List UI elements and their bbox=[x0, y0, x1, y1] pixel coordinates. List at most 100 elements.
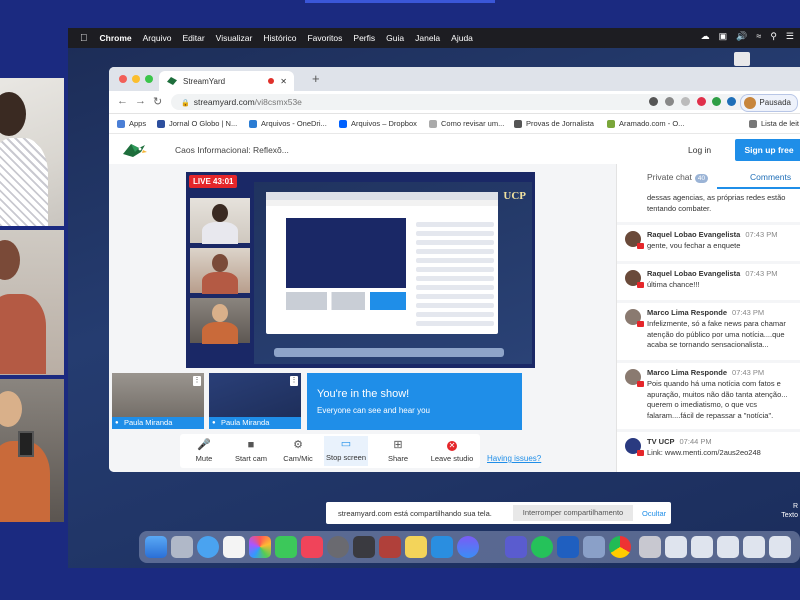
address-bar-row: ← → ↻ 🔒 streamyard.com/vi8csmx53e Pausada bbox=[109, 91, 800, 114]
window-thumbnail-icon[interactable] bbox=[691, 536, 713, 558]
having-issues-link[interactable]: Having issues? bbox=[487, 454, 541, 463]
start-cam-button[interactable]: ■ Start cam bbox=[229, 437, 273, 463]
bookmark-aramado[interactable]: Aramado.com - O... bbox=[607, 119, 684, 128]
share-icon[interactable] bbox=[665, 97, 674, 106]
participant-tile-camera[interactable]: ⋮ Paula Miranda bbox=[112, 373, 204, 429]
menu-guia[interactable]: Guia bbox=[386, 33, 404, 43]
menu-arquivo[interactable]: Arquivo bbox=[143, 33, 172, 43]
bookmark-label: Como revisar um... bbox=[441, 119, 505, 128]
menu-perfis[interactable]: Perfis bbox=[353, 33, 375, 43]
bookmark-apps[interactable]: Apps bbox=[117, 119, 146, 128]
downloads-icon[interactable] bbox=[639, 536, 661, 558]
chrome-icon[interactable] bbox=[609, 536, 631, 558]
streamyard-logo-icon[interactable] bbox=[121, 140, 147, 160]
cloud-icon[interactable]: ☁ bbox=[701, 31, 710, 42]
signup-button[interactable]: Sign up free bbox=[735, 139, 800, 161]
bookmark-provas[interactable]: Provas de Jornalista bbox=[514, 119, 594, 128]
dictionary-icon[interactable] bbox=[379, 536, 401, 558]
share-button[interactable]: ⊞ Share bbox=[376, 437, 420, 463]
participant-body bbox=[0, 138, 48, 226]
url-path: /vi8csmx53e bbox=[254, 97, 302, 107]
bookmark-onedrive[interactable]: Arquivos - OneDri... bbox=[249, 119, 327, 128]
desktop-file-icon[interactable] bbox=[734, 52, 750, 66]
close-window-icon[interactable] bbox=[119, 75, 127, 83]
participant-tile-screen[interactable]: ⋮ Paula Miranda bbox=[209, 373, 301, 429]
forward-icon[interactable]: → bbox=[135, 95, 146, 107]
camera-permission-icon[interactable] bbox=[649, 97, 658, 106]
url-field[interactable]: 🔒 streamyard.com/vi8csmx53e bbox=[171, 94, 751, 110]
menu-favoritos[interactable]: Favoritos bbox=[307, 33, 342, 43]
hide-notice-button[interactable]: Ocultar bbox=[642, 509, 666, 518]
whatsapp-icon[interactable] bbox=[531, 536, 553, 558]
new-tab-icon[interactable]: + bbox=[312, 71, 320, 86]
leave-studio-button[interactable]: ✕ Leave studio bbox=[426, 437, 478, 463]
wifi-icon[interactable]: ≈ bbox=[756, 31, 761, 42]
menu-visualizar[interactable]: Visualizar bbox=[216, 33, 253, 43]
bookmark-revisar[interactable]: Como revisar um... bbox=[429, 119, 504, 128]
tv-ucp-avatar bbox=[625, 438, 644, 456]
message-line: dessas agencias, as próprias redes estão bbox=[647, 193, 786, 202]
mute-button[interactable]: 🎤 Mute bbox=[182, 437, 226, 463]
window-thumbnail-icon[interactable] bbox=[665, 536, 687, 558]
launchpad-icon[interactable] bbox=[171, 536, 193, 558]
search-icon[interactable]: ⚲ bbox=[770, 31, 777, 42]
bookmark-label: Apps bbox=[129, 119, 147, 128]
stickies-icon[interactable] bbox=[405, 536, 427, 558]
bookmarks-bar: Apps Jornal O Globo | N... Arquivos - On… bbox=[109, 114, 800, 134]
menu-janela[interactable]: Janela bbox=[415, 33, 440, 43]
extension-icon[interactable] bbox=[727, 97, 736, 106]
profile-label: Pausada bbox=[759, 98, 791, 107]
close-tab-icon[interactable]: ✕ bbox=[280, 77, 287, 86]
tile-menu-icon[interactable]: ⋮ bbox=[193, 376, 201, 386]
apple-icon[interactable]:  bbox=[80, 33, 88, 44]
window-thumbnail-icon[interactable] bbox=[717, 536, 739, 558]
pinterest-extension-icon[interactable] bbox=[697, 97, 706, 106]
menu-app-name[interactable]: Chrome bbox=[100, 33, 132, 43]
volume-icon[interactable]: 🔊 bbox=[736, 31, 747, 42]
profile-button[interactable]: Pausada bbox=[740, 94, 798, 112]
share-notice-text: streamyard.com está compartilhando sua t… bbox=[338, 509, 492, 518]
participant-body bbox=[0, 294, 46, 374]
control-center-icon[interactable]: ☰ bbox=[786, 31, 794, 42]
stop-screen-button[interactable]: ▭ Stop screen bbox=[324, 436, 368, 466]
cam-mic-settings-button[interactable]: ⚙ Cam/Mic bbox=[276, 437, 320, 463]
maximize-window-icon[interactable] bbox=[145, 75, 153, 83]
tab-title: StreamYard bbox=[183, 76, 226, 86]
bookmark-star-icon[interactable] bbox=[681, 97, 690, 106]
evernote-extension-icon[interactable] bbox=[712, 97, 721, 106]
bookmark-oglobo[interactable]: Jornal O Globo | N... bbox=[157, 119, 237, 128]
notes-icon[interactable] bbox=[223, 536, 245, 558]
tab-bar: StreamYard ✕ + bbox=[109, 67, 800, 91]
back-icon[interactable]: ← bbox=[117, 95, 128, 107]
preview-icon[interactable] bbox=[583, 536, 605, 558]
outlook-icon[interactable] bbox=[557, 536, 579, 558]
menu-ajuda[interactable]: Ajuda bbox=[451, 33, 473, 43]
tab-comments[interactable]: Comments bbox=[750, 172, 791, 182]
music-icon[interactable] bbox=[301, 536, 323, 558]
safari-icon[interactable] bbox=[197, 536, 219, 558]
stop-sharing-button[interactable]: Interromper compartilhamento bbox=[513, 505, 633, 521]
bookmark-dropbox[interactable]: Arquivos – Dropbox bbox=[339, 119, 417, 128]
photos-icon[interactable] bbox=[249, 536, 271, 558]
window-thumbnail-icon[interactable] bbox=[769, 536, 791, 558]
tab-private-chat[interactable]: Private chat 40 bbox=[647, 172, 709, 183]
bookmark-reading-list[interactable]: Lista de leit bbox=[749, 119, 799, 128]
login-link[interactable]: Log in bbox=[688, 145, 711, 155]
finder-icon[interactable] bbox=[145, 536, 167, 558]
tab-streamyard[interactable]: StreamYard ✕ bbox=[159, 71, 294, 91]
menu-editar[interactable]: Editar bbox=[182, 33, 204, 43]
system-preferences-icon[interactable] bbox=[327, 536, 349, 558]
cloud-app-icon[interactable] bbox=[431, 536, 453, 558]
message-text: Infelizmente, só a fake news para chamar… bbox=[647, 319, 797, 351]
facetime-icon[interactable] bbox=[275, 536, 297, 558]
messenger-icon[interactable] bbox=[457, 536, 479, 558]
reload-icon[interactable]: ↻ bbox=[153, 95, 162, 108]
screen-record-icon[interactable]: ▣ bbox=[719, 31, 728, 42]
tile-menu-icon[interactable]: ⋮ bbox=[290, 376, 298, 386]
calculator-icon[interactable] bbox=[353, 536, 375, 558]
teams-icon[interactable] bbox=[505, 536, 527, 558]
menu-historico[interactable]: Histórico bbox=[263, 33, 296, 43]
minimize-window-icon[interactable] bbox=[132, 75, 140, 83]
nested-cards bbox=[286, 292, 406, 310]
window-thumbnail-icon[interactable] bbox=[743, 536, 765, 558]
